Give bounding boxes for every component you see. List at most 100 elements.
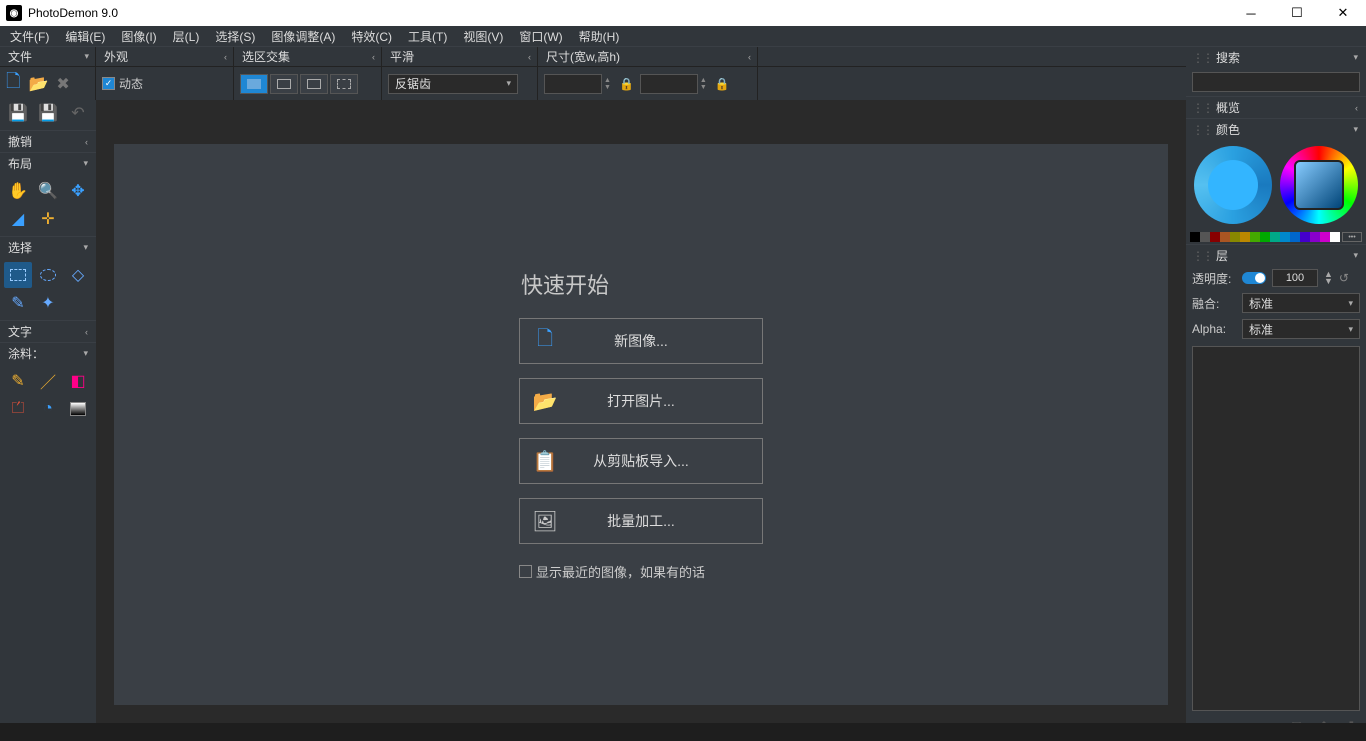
opacity-reset-icon[interactable]: ↺ bbox=[1339, 271, 1349, 285]
alpha-combo[interactable]: 标准 bbox=[1242, 319, 1360, 339]
swatch[interactable] bbox=[1260, 232, 1270, 242]
group-select[interactable]: 选择▾ bbox=[0, 236, 96, 258]
menu-image[interactable]: 图像(I) bbox=[113, 26, 164, 47]
swatch[interactable] bbox=[1320, 232, 1330, 242]
opthdr-selmode[interactable]: 选区交集‹ bbox=[234, 47, 382, 66]
search-input[interactable] bbox=[1192, 72, 1360, 92]
dynamic-checkbox[interactable]: ✓ bbox=[102, 77, 115, 90]
group-layout[interactable]: 布局▾ bbox=[0, 152, 96, 174]
opthdr-file[interactable]: 文件▾ bbox=[0, 47, 96, 66]
show-recent-checkbox[interactable]: 显示最近的图像，如果有的话 bbox=[519, 562, 763, 581]
zoom-tool[interactable]: 🔍 bbox=[34, 178, 62, 204]
group-paint[interactable]: 涂料：▾ bbox=[0, 342, 96, 364]
swatch[interactable] bbox=[1200, 232, 1210, 242]
open-file-icon[interactable]: 📂 bbox=[28, 74, 48, 94]
quick-start-title: 快速开始 bbox=[519, 268, 763, 300]
close-button[interactable]: ✕ bbox=[1320, 0, 1366, 26]
option-bar: 🗋 📂 ✖ ✓ 动态 反锯齿 ▲▼ 🔒 ▲▼ 🔒 bbox=[0, 66, 1366, 100]
width-input[interactable] bbox=[544, 74, 602, 94]
height-input[interactable] bbox=[640, 74, 698, 94]
swatch-more[interactable]: ••• bbox=[1342, 232, 1362, 242]
swatch-row: ••• bbox=[1186, 230, 1366, 244]
quick-new-button[interactable]: 🗋 新图像... bbox=[519, 318, 763, 364]
menu-layer[interactable]: 层(L) bbox=[165, 26, 208, 47]
swatch[interactable] bbox=[1300, 232, 1310, 242]
gradient-tool[interactable] bbox=[64, 396, 92, 422]
selmode-replace[interactable] bbox=[240, 74, 268, 94]
quick-paste-button[interactable]: 📋 从剪贴板导入... bbox=[519, 438, 763, 484]
maximize-button[interactable]: ☐ bbox=[1274, 0, 1320, 26]
lasso-select-tool[interactable]: ✎ bbox=[4, 290, 32, 316]
swatch[interactable] bbox=[1330, 232, 1340, 242]
rect-select-tool[interactable] bbox=[4, 262, 32, 288]
swatch[interactable] bbox=[1250, 232, 1260, 242]
swatch[interactable] bbox=[1190, 232, 1200, 242]
menu-view[interactable]: 视图(V) bbox=[455, 26, 511, 47]
menu-adjust[interactable]: 图像调整(A) bbox=[263, 26, 343, 47]
color-wheel-shades[interactable] bbox=[1194, 146, 1272, 224]
right-panels: ⋮⋮搜索▾ ⋮⋮概览‹ ⋮⋮颜色▾ ••• ⋮⋮层▾ 透明度: ▲▼ ↺ 融合:… bbox=[1186, 46, 1366, 741]
brush-tool[interactable]: ／ bbox=[34, 368, 62, 394]
panel-overview-header[interactable]: ⋮⋮概览‹ bbox=[1186, 96, 1366, 118]
swatch[interactable] bbox=[1220, 232, 1230, 242]
status-bar bbox=[0, 723, 1366, 741]
poly-select-tool[interactable]: ◇ bbox=[64, 262, 92, 288]
move-tool[interactable]: ✥ bbox=[64, 178, 92, 204]
lock-height-icon[interactable]: 🔒 bbox=[715, 77, 730, 91]
swatch[interactable] bbox=[1230, 232, 1240, 242]
app-icon: ◉ bbox=[6, 5, 22, 21]
ellipse-select-tool[interactable] bbox=[34, 262, 62, 288]
minimize-button[interactable]: ─ bbox=[1228, 0, 1274, 26]
crosshair-tool[interactable]: ✛ bbox=[34, 206, 62, 232]
quick-open-button[interactable]: 📂 打开图片... bbox=[519, 378, 763, 424]
hand-tool[interactable]: ✋ bbox=[4, 178, 32, 204]
menu-effects[interactable]: 特效(C) bbox=[343, 26, 400, 47]
menu-file[interactable]: 文件(F) bbox=[2, 26, 57, 47]
opthdr-appearance[interactable]: 外观‹ bbox=[96, 47, 234, 66]
swatch[interactable] bbox=[1290, 232, 1300, 242]
group-undo[interactable]: 撤销‹ bbox=[0, 130, 96, 152]
fill-tool[interactable]: ◔ bbox=[34, 396, 62, 422]
opacity-input[interactable] bbox=[1272, 269, 1318, 287]
eyedropper-tool[interactable]: ◢ bbox=[4, 206, 32, 232]
close-file-icon[interactable]: ✖ bbox=[56, 74, 69, 94]
color-wheel-hue[interactable] bbox=[1280, 146, 1358, 224]
swatch[interactable] bbox=[1310, 232, 1320, 242]
pencil-tool[interactable]: ✎ bbox=[4, 368, 32, 394]
menu-help[interactable]: 帮助(H) bbox=[571, 26, 628, 47]
menu-select[interactable]: 选择(S) bbox=[207, 26, 263, 47]
eraser-tool[interactable]: ◧ bbox=[64, 368, 92, 394]
alpha-label: Alpha: bbox=[1192, 322, 1236, 336]
save-icon[interactable]: 💾 bbox=[4, 100, 32, 126]
menu-edit[interactable]: 编辑(E) bbox=[57, 26, 113, 47]
blend-label: 融合: bbox=[1192, 295, 1236, 312]
lock-width-icon[interactable]: 🔒 bbox=[619, 77, 634, 91]
selmode-subtract[interactable] bbox=[300, 74, 328, 94]
panel-layers-header[interactable]: ⋮⋮层▾ bbox=[1186, 244, 1366, 266]
opacity-toggle[interactable] bbox=[1242, 272, 1266, 284]
opthdr-smooth[interactable]: 平滑‹ bbox=[382, 47, 538, 66]
swatch[interactable] bbox=[1210, 232, 1220, 242]
undo-icon[interactable]: ↶ bbox=[64, 100, 92, 126]
wand-select-tool[interactable]: ✦ bbox=[34, 290, 62, 316]
new-file-icon[interactable]: 🗋 bbox=[6, 69, 20, 99]
menu-window[interactable]: 窗口(W) bbox=[511, 26, 570, 47]
selmode-intersect[interactable] bbox=[330, 74, 358, 94]
stamp-tool[interactable]: ⏍ bbox=[4, 396, 32, 422]
opacity-spinner[interactable]: ▲▼ bbox=[1324, 271, 1333, 285]
quick-batch-button[interactable]: 🖼 批量加工... bbox=[519, 498, 763, 544]
group-text[interactable]: 文字‹ bbox=[0, 320, 96, 342]
opthdr-size[interactable]: 尺寸(宽w,高h)‹ bbox=[538, 47, 758, 66]
selmode-add[interactable] bbox=[270, 74, 298, 94]
panel-color-header[interactable]: ⋮⋮颜色▾ bbox=[1186, 118, 1366, 140]
swatch[interactable] bbox=[1280, 232, 1290, 242]
menu-tools[interactable]: 工具(T) bbox=[400, 26, 455, 47]
layer-list[interactable] bbox=[1192, 346, 1360, 711]
swatch[interactable] bbox=[1240, 232, 1250, 242]
dynamic-label: 动态 bbox=[119, 75, 143, 92]
smoothing-combo[interactable]: 反锯齿 bbox=[388, 74, 518, 94]
panel-search-header[interactable]: ⋮⋮搜索▾ bbox=[1186, 46, 1366, 68]
swatch[interactable] bbox=[1270, 232, 1280, 242]
save-as-icon[interactable]: 💾 bbox=[34, 100, 62, 126]
blend-combo[interactable]: 标准 bbox=[1242, 293, 1360, 313]
